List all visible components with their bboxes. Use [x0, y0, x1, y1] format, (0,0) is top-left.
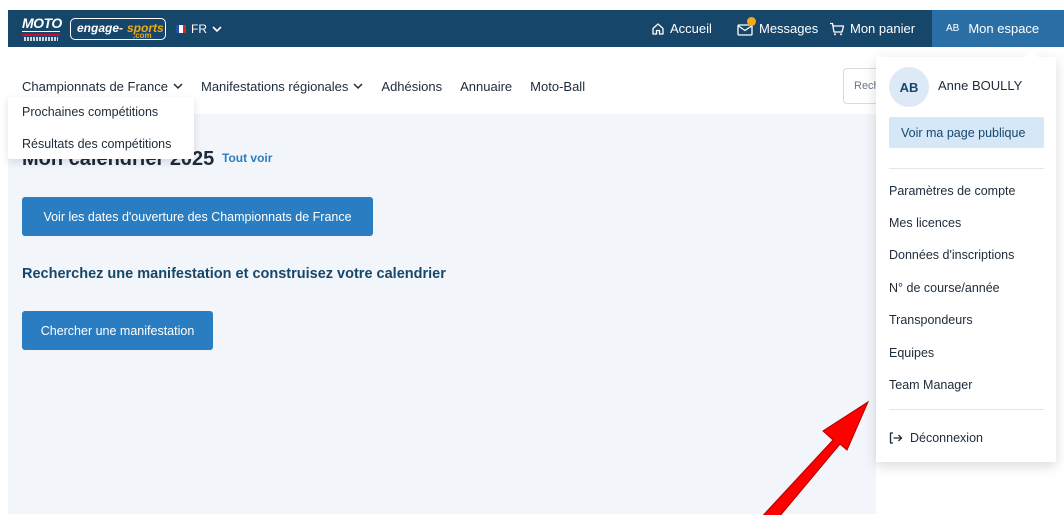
ffm-logo[interactable]: MOTO: [20, 14, 64, 42]
nav-motoball[interactable]: Moto-Ball: [530, 79, 585, 94]
cart-icon: [830, 22, 845, 35]
logo-subtext: [24, 37, 58, 41]
nav-messages-label: Messages: [759, 21, 819, 36]
language-selector[interactable]: FR: [176, 20, 222, 38]
nav-championnats[interactable]: Championnats de France: [22, 79, 183, 94]
dropdown-item-prochaines[interactable]: Prochaines compétitions: [22, 105, 158, 119]
my-space-button[interactable]: AB Mon espace: [932, 10, 1064, 47]
annotation-arrow-icon: [762, 400, 870, 515]
logout-button[interactable]: Déconnexion: [889, 431, 983, 445]
logo-stripe: [22, 34, 60, 36]
nav-motoball-label: Moto-Ball: [530, 79, 586, 94]
search-heading: Recherchez une manifestation et construi…: [22, 266, 446, 282]
moto-logo-text: MOTO: [22, 15, 62, 31]
nav-cart[interactable]: Mon panier: [829, 10, 915, 47]
language-code: FR: [191, 22, 207, 36]
nav-annuaire[interactable]: Annuaire: [460, 79, 512, 94]
nav-adhesions[interactable]: Adhésions: [381, 79, 442, 94]
logout-label: Déconnexion: [910, 431, 983, 445]
engage-sports-logo[interactable]: engage- sports .com: [70, 18, 166, 40]
dropdown-caret: [1024, 50, 1038, 57]
search-event-button[interactable]: Chercher une manifestation: [22, 311, 213, 350]
nav-manifestations[interactable]: Manifestations régionales: [201, 79, 363, 94]
nav-messages[interactable]: Messages: [737, 10, 818, 47]
logo-com-text: .com: [133, 31, 152, 40]
nav-accueil[interactable]: Accueil: [651, 10, 712, 47]
france-flag-icon: [176, 25, 186, 33]
menu-item-licences[interactable]: Mes licences: [889, 216, 961, 230]
chevron-down-icon: [212, 25, 222, 32]
main-navigation: Championnats de France Manifestations ré…: [22, 79, 603, 94]
see-all-link[interactable]: Tout voir: [222, 151, 272, 165]
logout-icon: [889, 432, 903, 444]
logo-line: [22, 31, 60, 32]
championnats-dropdown: Prochaines compétitions Résultats des co…: [8, 97, 194, 159]
logo-engage-text: engage-: [77, 21, 124, 35]
nav-adhesions-label: Adhésions: [381, 79, 443, 94]
menu-item-transponders[interactable]: Transpondeurs: [889, 313, 973, 327]
chevron-down-icon: [353, 83, 363, 90]
avatar: AB: [889, 67, 929, 107]
nav-championnats-label: Championnats de France: [22, 79, 168, 94]
top-bar: MOTO engage- sports .com FR Accueil Mess…: [8, 10, 1064, 47]
public-page-button[interactable]: Voir ma page publique: [889, 117, 1044, 148]
user-name: Anne BOULLY: [938, 78, 1023, 93]
menu-divider: [889, 168, 1044, 169]
nav-cart-label: Mon panier: [850, 21, 916, 36]
dropdown-item-resultats[interactable]: Résultats des compétitions: [22, 137, 171, 151]
user-initials-small: AB: [946, 23, 960, 34]
menu-item-race-number[interactable]: N° de course/année: [889, 281, 1000, 295]
menu-item-registration-data[interactable]: Données d'inscriptions: [889, 248, 1014, 262]
my-space-label: Mon espace: [968, 21, 1040, 36]
menu-item-teams[interactable]: Equipes: [889, 346, 934, 360]
unread-badge: [747, 17, 756, 26]
menu-divider: [889, 409, 1044, 410]
chevron-down-icon: [173, 83, 183, 90]
nav-annuaire-label: Annuaire: [460, 79, 513, 94]
nav-manifestations-label: Manifestations régionales: [200, 79, 349, 94]
menu-item-account-settings[interactable]: Paramètres de compte: [889, 184, 1015, 198]
menu-item-team-manager[interactable]: Team Manager: [889, 378, 972, 392]
user-menu-panel: AB Anne BOULLY Voir ma page publique Par…: [876, 50, 1056, 462]
championship-dates-button[interactable]: Voir les dates d'ouverture des Championn…: [22, 197, 373, 236]
nav-accueil-label: Accueil: [670, 21, 712, 36]
home-icon: [652, 22, 664, 35]
